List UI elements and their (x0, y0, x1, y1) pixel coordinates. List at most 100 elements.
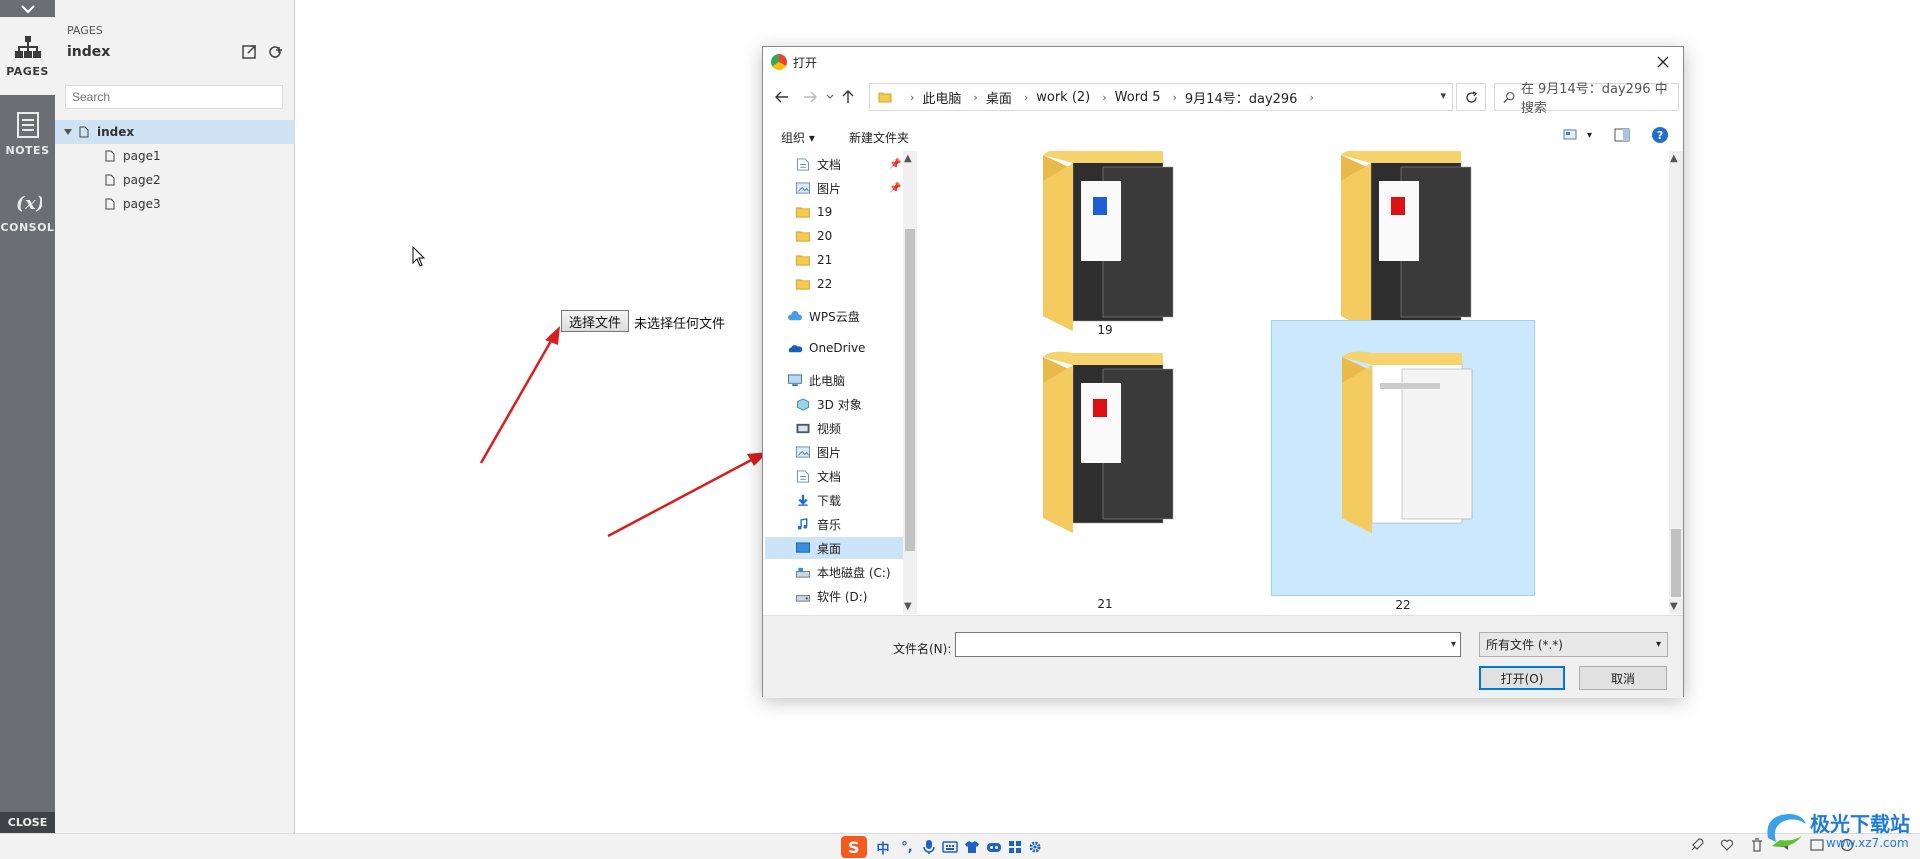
sogou-logo-icon[interactable]: S (840, 835, 868, 859)
rocket-icon[interactable] (1690, 838, 1704, 852)
scroll-up-icon[interactable]: ▲ (904, 153, 912, 164)
address-bar[interactable]: › 此电脑 › 桌面 › work (2) › Word 5 › 9月14号：d… (869, 83, 1453, 111)
scrollbar-thumb[interactable] (1671, 529, 1681, 597)
nav-item[interactable]: 下载 (765, 489, 903, 511)
forward-button[interactable] (801, 87, 819, 107)
scroll-down-icon[interactable]: ▼ (904, 601, 912, 612)
nav-item-label: 20 (817, 229, 833, 243)
nav-item[interactable]: 音乐 (765, 513, 903, 535)
dialog-close-button[interactable] (1649, 51, 1677, 73)
settings-gear-icon[interactable] (1028, 840, 1042, 854)
nav-item[interactable]: 20 (765, 225, 903, 247)
breadcrumb-item[interactable]: 9月14号：day296 (1185, 88, 1298, 107)
back-button[interactable] (773, 87, 791, 107)
nav-item[interactable]: 21 (765, 249, 903, 271)
scroll-up-icon[interactable]: ▲ (1670, 153, 1678, 164)
nav-item[interactable]: 22 (765, 273, 903, 295)
content-scrollbar[interactable]: ▲ ▼ (1669, 151, 1683, 614)
keyboard-icon[interactable] (942, 841, 958, 853)
breadcrumb-item[interactable]: 此电脑 (922, 88, 961, 107)
dialog-search-box[interactable]: 在 9月14号：day296 中搜索 (1494, 82, 1679, 116)
nav-item-label: 软件 (D:) (817, 589, 868, 604)
desktop-icon (796, 541, 810, 553)
refresh-button[interactable] (1456, 83, 1486, 111)
cancel-button[interactable]: 取消 (1579, 666, 1667, 690)
chevron-right-icon: › (910, 90, 915, 104)
no-file-text: 未选择任何文件 (634, 317, 726, 332)
document-icon (796, 469, 810, 483)
up-button[interactable] (839, 87, 857, 107)
breadcrumb-item[interactable]: Word 5 (1115, 90, 1161, 105)
filetype-select[interactable]: 所有文件 (*.*) ▾ (1479, 632, 1668, 657)
chevron-right-icon: › (1309, 90, 1314, 104)
tree-item-index[interactable]: index (55, 120, 295, 144)
folder-icon (796, 278, 810, 290)
nav-item[interactable]: 桌面 (765, 537, 903, 559)
rail-pages-button[interactable]: PAGES (0, 17, 55, 95)
navigation-pane: 文档 📌 图片 📌 19 20 21 22 WPS云盘 OneDrive 此电脑 3D 对象 视频 图片文… (765, 151, 903, 614)
nav-item[interactable]: WPS云盘 (765, 305, 903, 327)
rail-close-button[interactable]: CLOSE (0, 812, 55, 833)
breadcrumb-item[interactable]: work (2) (1036, 90, 1090, 105)
add-page-icon[interactable] (242, 44, 258, 60)
folder-tile[interactable]: 22 (1271, 320, 1535, 612)
scroll-down-icon[interactable]: ▼ (1670, 601, 1678, 612)
microphone-icon[interactable] (922, 839, 936, 855)
skin-shirt-icon[interactable] (964, 840, 980, 854)
help-icon[interactable]: ? (1652, 127, 1669, 143)
collapse-toggle[interactable] (0, 0, 55, 17)
pages-search-input[interactable] (65, 85, 283, 109)
page-icon (105, 174, 115, 186)
page-icon (105, 198, 115, 210)
tree-item-page2[interactable]: page2 (55, 168, 295, 192)
rail-console-button[interactable]: (x) CONSOL (0, 173, 55, 251)
nav-item[interactable]: 软件 (D:) (765, 585, 903, 607)
annotation-arrow-2 (607, 452, 768, 538)
organize-button[interactable]: 组织 ▾ (781, 129, 815, 146)
nav-item[interactable]: 图片 (765, 441, 903, 463)
nav-item[interactable]: 文档 📌 (765, 153, 903, 175)
nav-item[interactable]: 图片 📌 (765, 177, 903, 199)
svg-text:(x): (x) (16, 193, 42, 214)
nav-item[interactable]: 本地磁盘 (C:) (765, 561, 903, 583)
view-options-icon[interactable] (1563, 128, 1579, 142)
nav-item-label: WPS云盘 (809, 309, 860, 324)
onedrive-icon (788, 344, 803, 352)
nav-item[interactable]: 文档 (765, 465, 903, 487)
tree-item-page1[interactable]: page1 (55, 144, 295, 168)
dialog-title: 打开 (793, 55, 818, 70)
nav-item[interactable]: 视频 (765, 417, 903, 439)
nav-item-label: 21 (817, 253, 833, 267)
tree-item-page3[interactable]: page3 (55, 192, 295, 216)
chevron-down-icon (20, 4, 35, 13)
open-button[interactable]: 打开(O) (1479, 666, 1565, 690)
assistant-icon[interactable] (986, 840, 1002, 854)
rail-notes-button[interactable]: NOTES (0, 95, 55, 173)
punctuation-icon[interactable]: °, (898, 838, 916, 856)
nav-item[interactable]: OneDrive (765, 337, 903, 359)
folder-preview-icon (1341, 151, 1472, 331)
apps-grid-icon[interactable] (1008, 840, 1022, 854)
folder-preview-icon (1043, 151, 1174, 331)
navigation-scrollbar[interactable]: ▲ ▼ (903, 151, 917, 614)
breadcrumb-item[interactable]: 桌面 (986, 88, 1012, 107)
preview-pane-icon[interactable] (1614, 128, 1630, 142)
nav-item[interactable]: 3D 对象 (765, 393, 903, 415)
nav-item[interactable]: 此电脑 (765, 369, 903, 391)
recent-locations-button[interactable] (821, 87, 839, 107)
chevron-right-icon: › (1102, 90, 1107, 104)
filename-input[interactable]: ▾ (955, 632, 1461, 657)
new-folder-button[interactable]: 新建文件夹 (849, 129, 909, 146)
folder-tile[interactable]: 21 (973, 321, 1237, 611)
nav-item[interactable]: 19 (765, 201, 903, 223)
scrollbar-thumb[interactable] (905, 229, 915, 551)
address-dropdown-icon[interactable]: ▾ (1440, 89, 1446, 102)
ime-language-toggle[interactable]: 中 (874, 838, 892, 857)
chevron-down-icon[interactable]: ▾ (1451, 639, 1456, 650)
add-folder-icon[interactable] (268, 44, 284, 60)
rail-pages-label: PAGES (6, 64, 49, 78)
view-dropdown-icon[interactable]: ▾ (1587, 130, 1592, 141)
choose-file-button[interactable]: 选择文件 (561, 310, 629, 332)
health-heart-icon[interactable] (1720, 838, 1734, 852)
open-file-dialog: 打开 › 此电脑 › 桌面 › work (2) › Word 5 › 9月14… (762, 46, 1684, 698)
